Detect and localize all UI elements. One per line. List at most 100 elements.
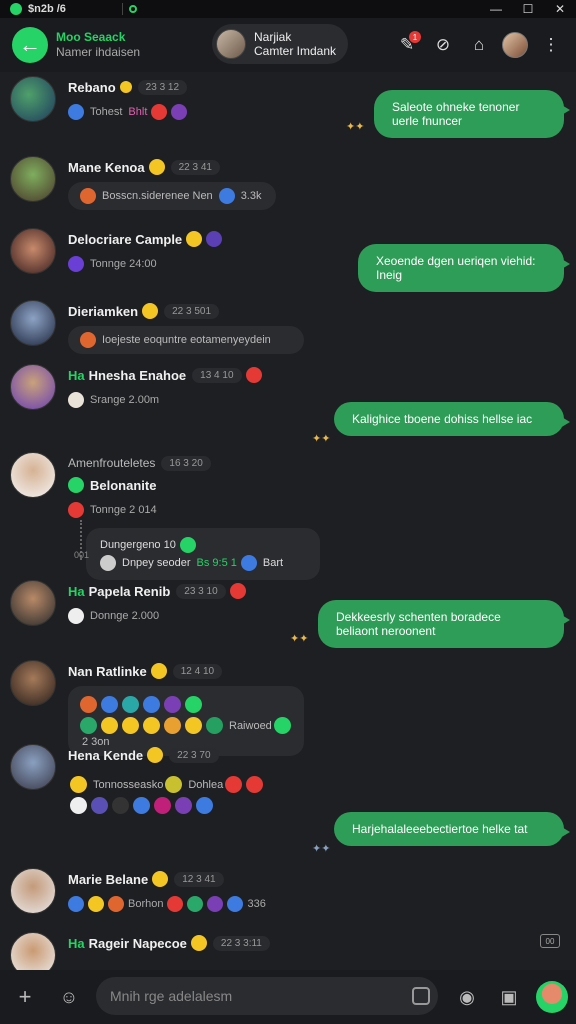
message-input[interactable]: Mnih rge adelalesm — [96, 977, 438, 1015]
emoji-icon — [245, 367, 262, 383]
message-item[interactable]: Ha Papela Renib 23 3 10 Donnge 2.000 — [10, 580, 246, 628]
bubble-tail — [560, 258, 570, 270]
outgoing-text: Kalighice tboene dohiss hellse iac — [352, 412, 533, 426]
avatar — [10, 660, 56, 706]
camera-icon: ◉ — [459, 986, 475, 1007]
input-placeholder: Mnih rge adelalesm — [110, 988, 233, 1004]
avatar — [10, 228, 56, 274]
emoji-icon — [190, 935, 207, 951]
outgoing-bubble[interactable]: Kalighice tboene dohiss hellse iac — [334, 402, 570, 436]
quoted-message[interactable]: Dungergeno 10 Dnpey seoder Bs 9:5 1 Bart — [86, 528, 320, 580]
emoji-icon — [225, 776, 243, 793]
sender-name: Belonanite — [90, 477, 157, 493]
avatar — [10, 300, 56, 346]
outgoing-bubble[interactable]: Harjehalaleeebectiertoe helke tat — [334, 812, 570, 846]
message-item[interactable]: Ha Hnesha Enahoe 13 4 10 Srange 2.00m — [10, 364, 262, 412]
emoji-icon — [68, 256, 84, 272]
outgoing-text: Harjehalaleeebectiertoe helke tat — [352, 822, 528, 836]
mute-button[interactable]: ⊘ — [428, 30, 458, 60]
emoji-button[interactable]: ☺ — [52, 980, 86, 1014]
sender-name: Mane Kenoa — [68, 159, 145, 175]
profile-button[interactable] — [500, 30, 530, 60]
avatar — [10, 76, 56, 122]
emoji-message[interactable]: Tonnosseasko Dohlea — [68, 770, 304, 820]
maximize-button[interactable]: ☐ — [512, 0, 544, 18]
gallery-button[interactable]: ▣ — [492, 980, 526, 1014]
reaction-icon[interactable]: ✦✦ — [346, 120, 364, 133]
message-preview: Borhon — [128, 898, 164, 910]
emoji-icon — [101, 696, 118, 713]
emoji-icon — [68, 502, 84, 518]
timestamp: 23 3 10 — [176, 583, 226, 599]
scroll-to-bottom-button[interactable]: 00 — [540, 934, 560, 948]
minimize-button[interactable]: — — [480, 0, 512, 18]
outgoing-bubble[interactable]: Dekkeesrly schenten boradece beliaont ne… — [318, 600, 570, 648]
lock-button[interactable]: ⌂ — [464, 30, 494, 60]
emoji-icon — [187, 896, 204, 912]
emoji-icon — [165, 776, 183, 793]
message-item[interactable]: Dieriamken 22 3 501 Ioejeste eoquntre eot… — [10, 300, 304, 354]
emoji-icon — [133, 797, 150, 814]
add-attachment-button[interactable]: + — [8, 980, 42, 1014]
outgoing-bubble[interactable]: Xeoende dgen ueriqen viehid: Ineig — [358, 244, 570, 292]
emoji-icon — [154, 797, 171, 814]
timestamp: 22 3 41 — [170, 159, 220, 175]
pin-button[interactable]: ✎ 1 — [392, 30, 422, 60]
emoji-icon — [196, 797, 213, 814]
message-item[interactable]: Amenfrouteletes 16 3 20 Belonanite Tonnge… — [10, 452, 320, 580]
message-item[interactable]: Delocriare Cample Tonnge 24:00 — [10, 228, 223, 276]
sticker-icon[interactable] — [412, 987, 430, 1005]
message-item[interactable]: Marie Belane 12 3 41 Borhon 336 — [10, 868, 266, 916]
back-button[interactable]: ← — [12, 27, 48, 63]
timestamp: 22 3 501 — [164, 303, 220, 319]
emoji-icon — [147, 747, 164, 763]
close-button[interactable]: ✕ — [544, 0, 576, 18]
emoji-icon — [100, 555, 116, 571]
thread-count: 001 — [74, 550, 90, 560]
sender-name: Hnesha Enahoe — [88, 367, 187, 383]
emoji-icon — [150, 663, 167, 679]
avatar — [10, 580, 56, 626]
group-info[interactable]: Moo Seaack Namer ihdaisen — [56, 30, 140, 60]
message-item[interactable]: Mane Kenoa 22 3 41 Bosscn.siderenee Nen 3.… — [10, 156, 276, 210]
emoji-icon — [206, 717, 223, 734]
emoji-icon — [122, 696, 139, 713]
emoji-icon — [164, 696, 181, 713]
emoji-icon — [70, 776, 87, 793]
reaction-icon[interactable]: ✦✦ — [312, 842, 330, 855]
emoji-icon — [68, 104, 84, 120]
message-bubble[interactable]: Bosscn.siderenee Nen 3.3k — [68, 182, 276, 210]
message-item[interactable]: Hena Kende 22 3 70 Tonnosseasko Dohlea — [10, 744, 304, 820]
header-actions: ✎ 1 ⊘ ⌂ ⋮ — [386, 30, 566, 60]
chat-messages[interactable]: Rebano 23 3 12 Tohest Bhlt Saleote ohneke … — [0, 72, 576, 970]
more-button[interactable]: ⋮ — [536, 30, 566, 60]
sender-tag: Ha — [68, 583, 85, 599]
outgoing-bubble[interactable]: Saleote ohneke tenoner uerle fnuncer — [374, 90, 570, 138]
emoji-icon — [218, 188, 235, 204]
avatar — [10, 868, 56, 914]
timestamp: 12 3 41 — [174, 871, 224, 887]
emoji-icon — [185, 696, 202, 713]
timestamp: 12 4 10 — [172, 663, 223, 679]
app-icon — [10, 3, 22, 15]
contact-name: Narjiak — [254, 30, 292, 44]
contact-avatar — [216, 29, 246, 59]
emoji-icon — [112, 797, 129, 814]
mute-icon: ⊘ — [435, 35, 451, 54]
emoji-icon — [152, 871, 169, 887]
message-item[interactable]: Rebano 23 3 12 Tohest Bhlt — [10, 76, 188, 124]
titlebar-divider — [121, 3, 123, 15]
voice-message-button[interactable] — [536, 981, 568, 1013]
reaction-icon[interactable]: ✦✦ — [312, 432, 330, 445]
message-item[interactable]: Ha Rageir Napecoe 22 3 3:11 — [10, 932, 270, 970]
arrow-left-icon: ← — [19, 32, 41, 57]
message-text: Tonnosseasko — [93, 778, 164, 791]
emoji-icon — [227, 896, 244, 912]
message-item[interactable]: Nan Ratlinke 12 4 10 Raiwoed 2 3on — [10, 660, 304, 756]
quote-highlight: Bs 9:5 1 — [196, 557, 237, 569]
reaction-icon[interactable]: ✦✦ — [290, 632, 308, 645]
contact-chip[interactable]: Narjiak Camter Imdank — [212, 24, 348, 64]
camera-button[interactable]: ◉ — [450, 980, 484, 1014]
message-bubble[interactable]: Ioejeste eoquntre eotamenyeydein — [68, 326, 304, 354]
emoji-icon — [151, 104, 168, 120]
